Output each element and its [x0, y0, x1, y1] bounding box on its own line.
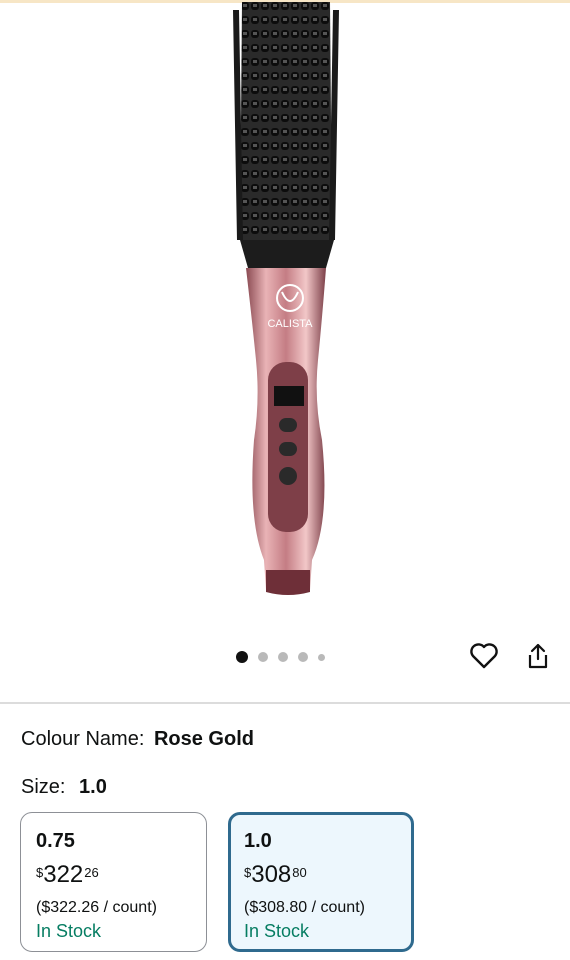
size-option-1-0-selected[interactable]: 1.0 $ 308 80 ($308.80 / count) In Stock [228, 812, 414, 952]
option-price: $ 308 80 [244, 862, 411, 888]
wishlist-button[interactable] [466, 638, 502, 674]
section-divider [0, 702, 570, 704]
option-price: $ 322 26 [36, 862, 206, 888]
size-option-0-75[interactable]: 0.75 $ 322 26 ($322.26 / count) In Stock [20, 812, 207, 952]
carousel-dot-3[interactable] [278, 652, 288, 662]
price-per-unit: ($322.26 / count) [36, 899, 157, 916]
svg-text:CALISTA: CALISTA [267, 318, 313, 330]
size-row: Size: 1.0 [21, 776, 107, 799]
colour-value: Rose Gold [153, 728, 254, 750]
size-value: 1.0 [79, 776, 107, 798]
price-currency: $ [244, 865, 252, 880]
carousel-dots[interactable] [236, 650, 325, 664]
price-whole: 308 [251, 861, 292, 888]
share-button[interactable] [520, 638, 556, 674]
carousel-dot-5[interactable] [318, 653, 325, 661]
price-fraction: 26 [84, 865, 99, 880]
stock-status: In Stock [244, 921, 310, 941]
option-size: 0.75 [36, 830, 75, 852]
product-image[interactable]: CALISTA [0, 0, 570, 620]
colour-name-row: Colour Name: Rose Gold [21, 728, 254, 751]
carousel-dot-1[interactable] [236, 651, 248, 663]
heart-icon [470, 643, 498, 669]
price-whole: 322 [43, 861, 84, 888]
stock-status: In Stock [36, 921, 102, 941]
price-currency: $ [36, 865, 44, 880]
colour-label: Colour Name: [21, 728, 145, 750]
price-fraction: 80 [292, 865, 307, 880]
carousel-dot-4[interactable] [298, 652, 308, 662]
image-gallery[interactable]: CALISTA [0, 0, 570, 702]
carousel-dot-2[interactable] [258, 652, 268, 662]
option-size: 1.0 [244, 830, 272, 852]
share-icon [528, 643, 548, 669]
price-per-unit: ($308.80 / count) [244, 899, 365, 916]
size-label: Size: [21, 776, 66, 798]
